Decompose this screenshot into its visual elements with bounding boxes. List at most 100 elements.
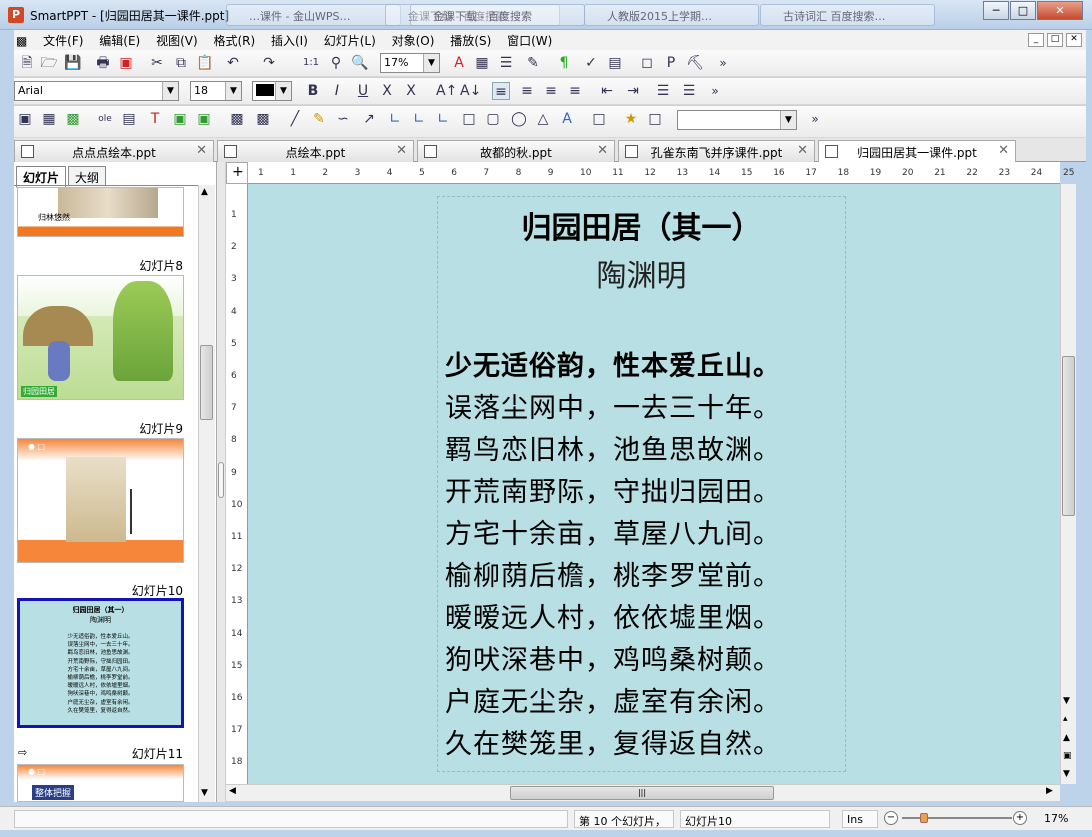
- close-icon[interactable]: ✕: [797, 143, 808, 158]
- pdf-icon[interactable]: ▣: [117, 54, 135, 72]
- poem-line[interactable]: 狗吠深巷中，鸡鸣桑树颠。: [445, 638, 781, 677]
- tab-document[interactable]: 故都的秋.ppt ✕: [417, 140, 615, 162]
- present-icon[interactable]: P: [662, 54, 680, 72]
- font-color-select[interactable]: ▼: [252, 81, 292, 101]
- italic-icon[interactable]: I: [328, 82, 346, 100]
- actual-size-icon[interactable]: 1:1: [302, 54, 320, 72]
- save-icon[interactable]: 💾: [64, 54, 82, 72]
- table-icon[interactable]: ▦: [40, 110, 58, 128]
- close-icon[interactable]: ✕: [597, 143, 608, 158]
- chart-icon[interactable]: ▤: [606, 54, 624, 72]
- underline-icon[interactable]: U: [354, 82, 372, 100]
- ole-icon[interactable]: ole: [96, 110, 114, 128]
- elbow-connector-icon[interactable]: ∟: [410, 110, 428, 128]
- bold-icon[interactable]: B: [304, 82, 322, 100]
- poem-line[interactable]: 少无适俗韵，性本爱丘山。: [445, 344, 781, 383]
- slide-menu-icon[interactable]: ▣: [1063, 751, 1072, 761]
- font-name-select[interactable]: Arial ▼: [14, 81, 179, 101]
- copy-icon[interactable]: ⧉: [172, 54, 190, 72]
- rectangle-icon[interactable]: □: [460, 110, 478, 128]
- cut-icon[interactable]: ✂: [148, 54, 166, 72]
- first-slide-icon[interactable]: ▴: [1063, 714, 1068, 724]
- increase-indent-icon[interactable]: ⇥: [624, 82, 642, 100]
- shapes-icon[interactable]: △: [534, 110, 552, 128]
- numbered-list-icon[interactable]: ☰: [680, 82, 698, 100]
- canvas-vertical-scrollbar[interactable]: ▼ ▴ ▲ ▣ ▼: [1060, 184, 1076, 784]
- scrollbar-thumb[interactable]: |||: [510, 786, 774, 800]
- minimize-button[interactable]: ─: [983, 1, 1009, 20]
- chart-object-icon[interactable]: ▤: [120, 110, 138, 128]
- next-slide-icon[interactable]: ▼: [1063, 769, 1070, 779]
- justify-icon[interactable]: ≡: [566, 82, 584, 100]
- canvas-horizontal-scrollbar[interactable]: ◀ ||| ▶: [226, 784, 1060, 801]
- align-center-icon[interactable]: ≡: [518, 82, 536, 100]
- menu-window[interactable]: 窗口(W): [501, 30, 558, 50]
- font-size-select[interactable]: 18 ▼: [190, 81, 242, 101]
- open-icon[interactable]: 🗁: [40, 54, 58, 72]
- close-button[interactable]: ✕: [1037, 1, 1083, 20]
- scroll-down-icon[interactable]: ▼: [1063, 696, 1070, 706]
- textbox-icon[interactable]: ▣: [16, 110, 34, 128]
- poem-line[interactable]: 暧暧远人村，依依墟里烟。: [445, 596, 781, 635]
- poem-line[interactable]: 羁鸟恋旧林，池鱼思故渊。: [445, 428, 781, 467]
- slides-panel-scrollbar[interactable]: ▲ ▼: [198, 185, 215, 802]
- zoom-slider[interactable]: [902, 817, 1012, 819]
- image-icon[interactable]: ▦: [473, 54, 491, 72]
- tab-document[interactable]: 孔雀东南飞并序课件.ppt ✕: [618, 140, 815, 162]
- menu-file[interactable]: 文件(F): [37, 30, 89, 50]
- connector-icon[interactable]: ∟: [386, 110, 404, 128]
- menu-play[interactable]: 播放(S): [444, 30, 497, 50]
- toolbar-overflow[interactable]: »: [714, 54, 732, 72]
- arrow-line-icon[interactable]: ↗: [360, 110, 378, 128]
- paragraph-marks-icon[interactable]: ¶: [555, 54, 573, 72]
- slide-thumbnail[interactable]: ● □ 整体把握: [17, 764, 184, 802]
- toolbar-overflow[interactable]: »: [706, 82, 724, 100]
- doc-restore-button[interactable]: □: [1047, 33, 1063, 47]
- select-objects-icon[interactable]: □: [590, 110, 608, 128]
- format-painter-icon[interactable]: ✎: [524, 54, 542, 72]
- close-icon[interactable]: ✕: [396, 143, 407, 158]
- decrease-indent-icon[interactable]: ⇤: [598, 82, 616, 100]
- slide-thumbnail-selected[interactable]: 归园田居（其一） 陶渊明 少无适俗韵，性本爱丘山。 误落尘网中，一去三十年。 羁…: [17, 598, 184, 728]
- picture-icon[interactable]: ▩: [64, 110, 82, 128]
- frame-alt-icon[interactable]: ▣: [195, 110, 213, 128]
- poem-line[interactable]: 户庭无尘杂，虚室有余闲。: [445, 680, 781, 719]
- scroll-down-icon[interactable]: ▼: [201, 788, 208, 798]
- curve-icon[interactable]: ∽: [334, 110, 352, 128]
- panel-splitter[interactable]: [217, 162, 225, 802]
- doc-minimize-button[interactable]: _: [1028, 33, 1044, 47]
- slide-thumbnail[interactable]: 归园田居: [17, 275, 184, 400]
- scroll-right-icon[interactable]: ▶: [1046, 786, 1053, 796]
- ellipse-icon[interactable]: ◯: [510, 110, 528, 128]
- doc-close-button[interactable]: ✕: [1066, 33, 1082, 47]
- poem-line[interactable]: 误落尘网中，一去三十年。: [445, 386, 781, 425]
- slide-thumbnail[interactable]: ● □: [17, 438, 184, 563]
- text-frame-icon[interactable]: T: [146, 110, 164, 128]
- poem-line[interactable]: 开荒南野际，守拙归园田。: [445, 470, 781, 509]
- slide-icon[interactable]: ◻: [638, 54, 656, 72]
- maximize-button[interactable]: □: [1010, 1, 1036, 20]
- zoom-select[interactable]: 17% ▼: [380, 53, 440, 73]
- close-icon[interactable]: ✕: [998, 143, 1009, 158]
- line-icon[interactable]: ╱: [286, 110, 304, 128]
- menu-edit[interactable]: 编辑(E): [93, 30, 146, 50]
- zoom-out-button[interactable]: −: [884, 811, 898, 825]
- align-right-icon[interactable]: ≡: [542, 82, 560, 100]
- group-icon[interactable]: ▩: [228, 110, 246, 128]
- style-select[interactable]: ▼: [677, 110, 797, 130]
- pen-icon[interactable]: ✎: [310, 110, 328, 128]
- zoom-fit-icon[interactable]: ⚲: [327, 54, 345, 72]
- rounded-rectangle-icon[interactable]: ▢: [484, 110, 502, 128]
- slide-title[interactable]: 归园田居（其一）: [437, 203, 846, 247]
- tab-document[interactable]: 点绘本.ppt ✕: [217, 140, 414, 162]
- ungroup-icon[interactable]: ▩: [254, 110, 272, 128]
- object-select-icon[interactable]: □: [646, 110, 664, 128]
- slide-author[interactable]: 陶渊明: [437, 251, 846, 295]
- doc-icon[interactable]: ▩: [14, 32, 33, 52]
- undo-icon[interactable]: ↶: [224, 54, 242, 72]
- zoom-in-button[interactable]: +: [1013, 811, 1027, 825]
- zoom-slider-thumb[interactable]: [920, 813, 928, 823]
- tab-document-active[interactable]: 归园田居其一课件.ppt ✕: [818, 140, 1016, 163]
- poem-line[interactable]: 久在樊笼里，复得返自然。: [445, 722, 781, 761]
- scrollbar-thumb[interactable]: [200, 345, 213, 420]
